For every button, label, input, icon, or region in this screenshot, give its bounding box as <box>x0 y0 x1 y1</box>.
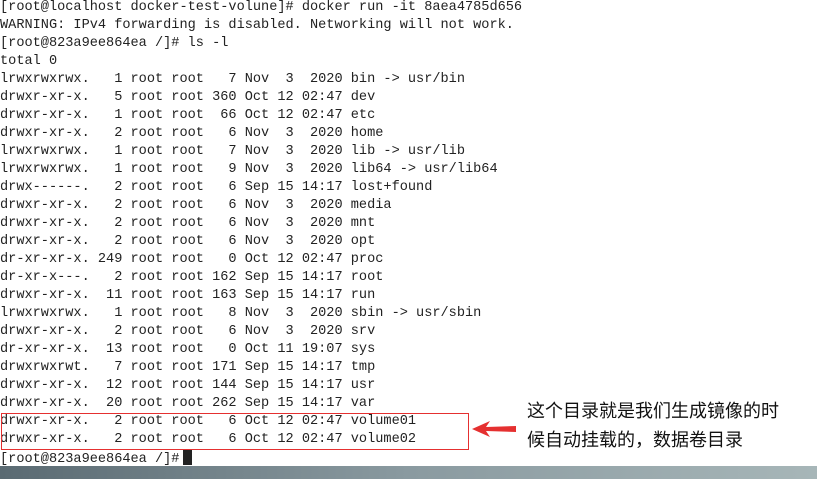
terminal-line: drwxr-xr-x. 2 root root 6 Nov 3 2020 opt <box>0 234 376 249</box>
terminal-line: total 0 <box>0 54 58 69</box>
terminal-line: drwxr-xr-x. 2 root root 6 Nov 3 2020 hom… <box>0 126 384 141</box>
terminal-line: drwxr-xr-x. 2 root root 6 Nov 3 2020 srv <box>0 324 376 339</box>
cursor <box>183 449 193 465</box>
terminal-line: lrwxrwxrwx. 1 root root 8 Nov 3 2020 sbi… <box>0 306 482 321</box>
terminal-line: drwxr-xr-x. 12 root root 144 Sep 15 14:1… <box>0 378 376 393</box>
terminal-line: lrwxrwxrwx. 1 root root 9 Nov 3 2020 lib… <box>0 162 498 177</box>
terminal-line: lrwxrwxrwx. 1 root root 7 Nov 3 2020 lib… <box>0 144 465 159</box>
terminal-line: dr-xr-xr-x. 13 root root 0 Oct 11 19:07 … <box>0 342 376 357</box>
annotation-line: 这个目录就是我们生成镜像的时 <box>527 401 779 422</box>
terminal-line: drwxr-xr-x. 5 root root 360 Oct 12 02:47… <box>0 90 376 105</box>
terminal-line: drwxr-xr-x. 1 root root 66 Oct 12 02:47 … <box>0 108 376 123</box>
terminal-line: drwxr-xr-x. 2 root root 6 Nov 3 2020 med… <box>0 198 392 213</box>
terminal-line: drwxr-xr-x. 20 root root 262 Sep 15 14:1… <box>0 396 376 411</box>
terminal-line: drwxr-xr-x. 2 root root 6 Nov 3 2020 mnt <box>0 216 376 231</box>
arrow-left-icon <box>472 421 516 437</box>
terminal-prompt[interactable]: [root@823a9ee864ea /]# <box>0 449 522 467</box>
annotation-line: 候自动挂载的，数据卷目录 <box>527 430 743 451</box>
terminal-line: drwxr-xr-x. 11 root root 163 Sep 15 14:1… <box>0 288 376 303</box>
desktop-taskbar-edge <box>0 466 817 479</box>
terminal-output[interactable]: [root@localhost docker-test-volune]# doc… <box>0 0 522 467</box>
terminal-line: dr-xr-xr-x. 249 root root 0 Oct 12 02:47… <box>0 252 384 267</box>
terminal-line: dr-xr-x---. 2 root root 162 Sep 15 14:17… <box>0 270 384 285</box>
terminal-line: drwx------. 2 root root 6 Sep 15 14:17 l… <box>0 180 433 195</box>
terminal-line: WARNING: IPv4 forwarding is disabled. Ne… <box>0 18 514 33</box>
terminal-line: [root@localhost docker-test-volune]# doc… <box>0 0 523 15</box>
prompt-text: [root@823a9ee864ea /]# <box>0 452 180 467</box>
highlight-box <box>1 413 469 450</box>
terminal-line: drwxrwxrwt. 7 root root 171 Sep 15 14:17… <box>0 360 376 375</box>
annotation-note: 这个目录就是我们生成镜像的时 候自动挂载的，数据卷目录 <box>527 397 779 455</box>
terminal-line: lrwxrwxrwx. 1 root root 7 Nov 3 2020 bin… <box>0 72 465 87</box>
terminal-line: [root@823a9ee864ea /]# ls -l <box>0 36 229 51</box>
